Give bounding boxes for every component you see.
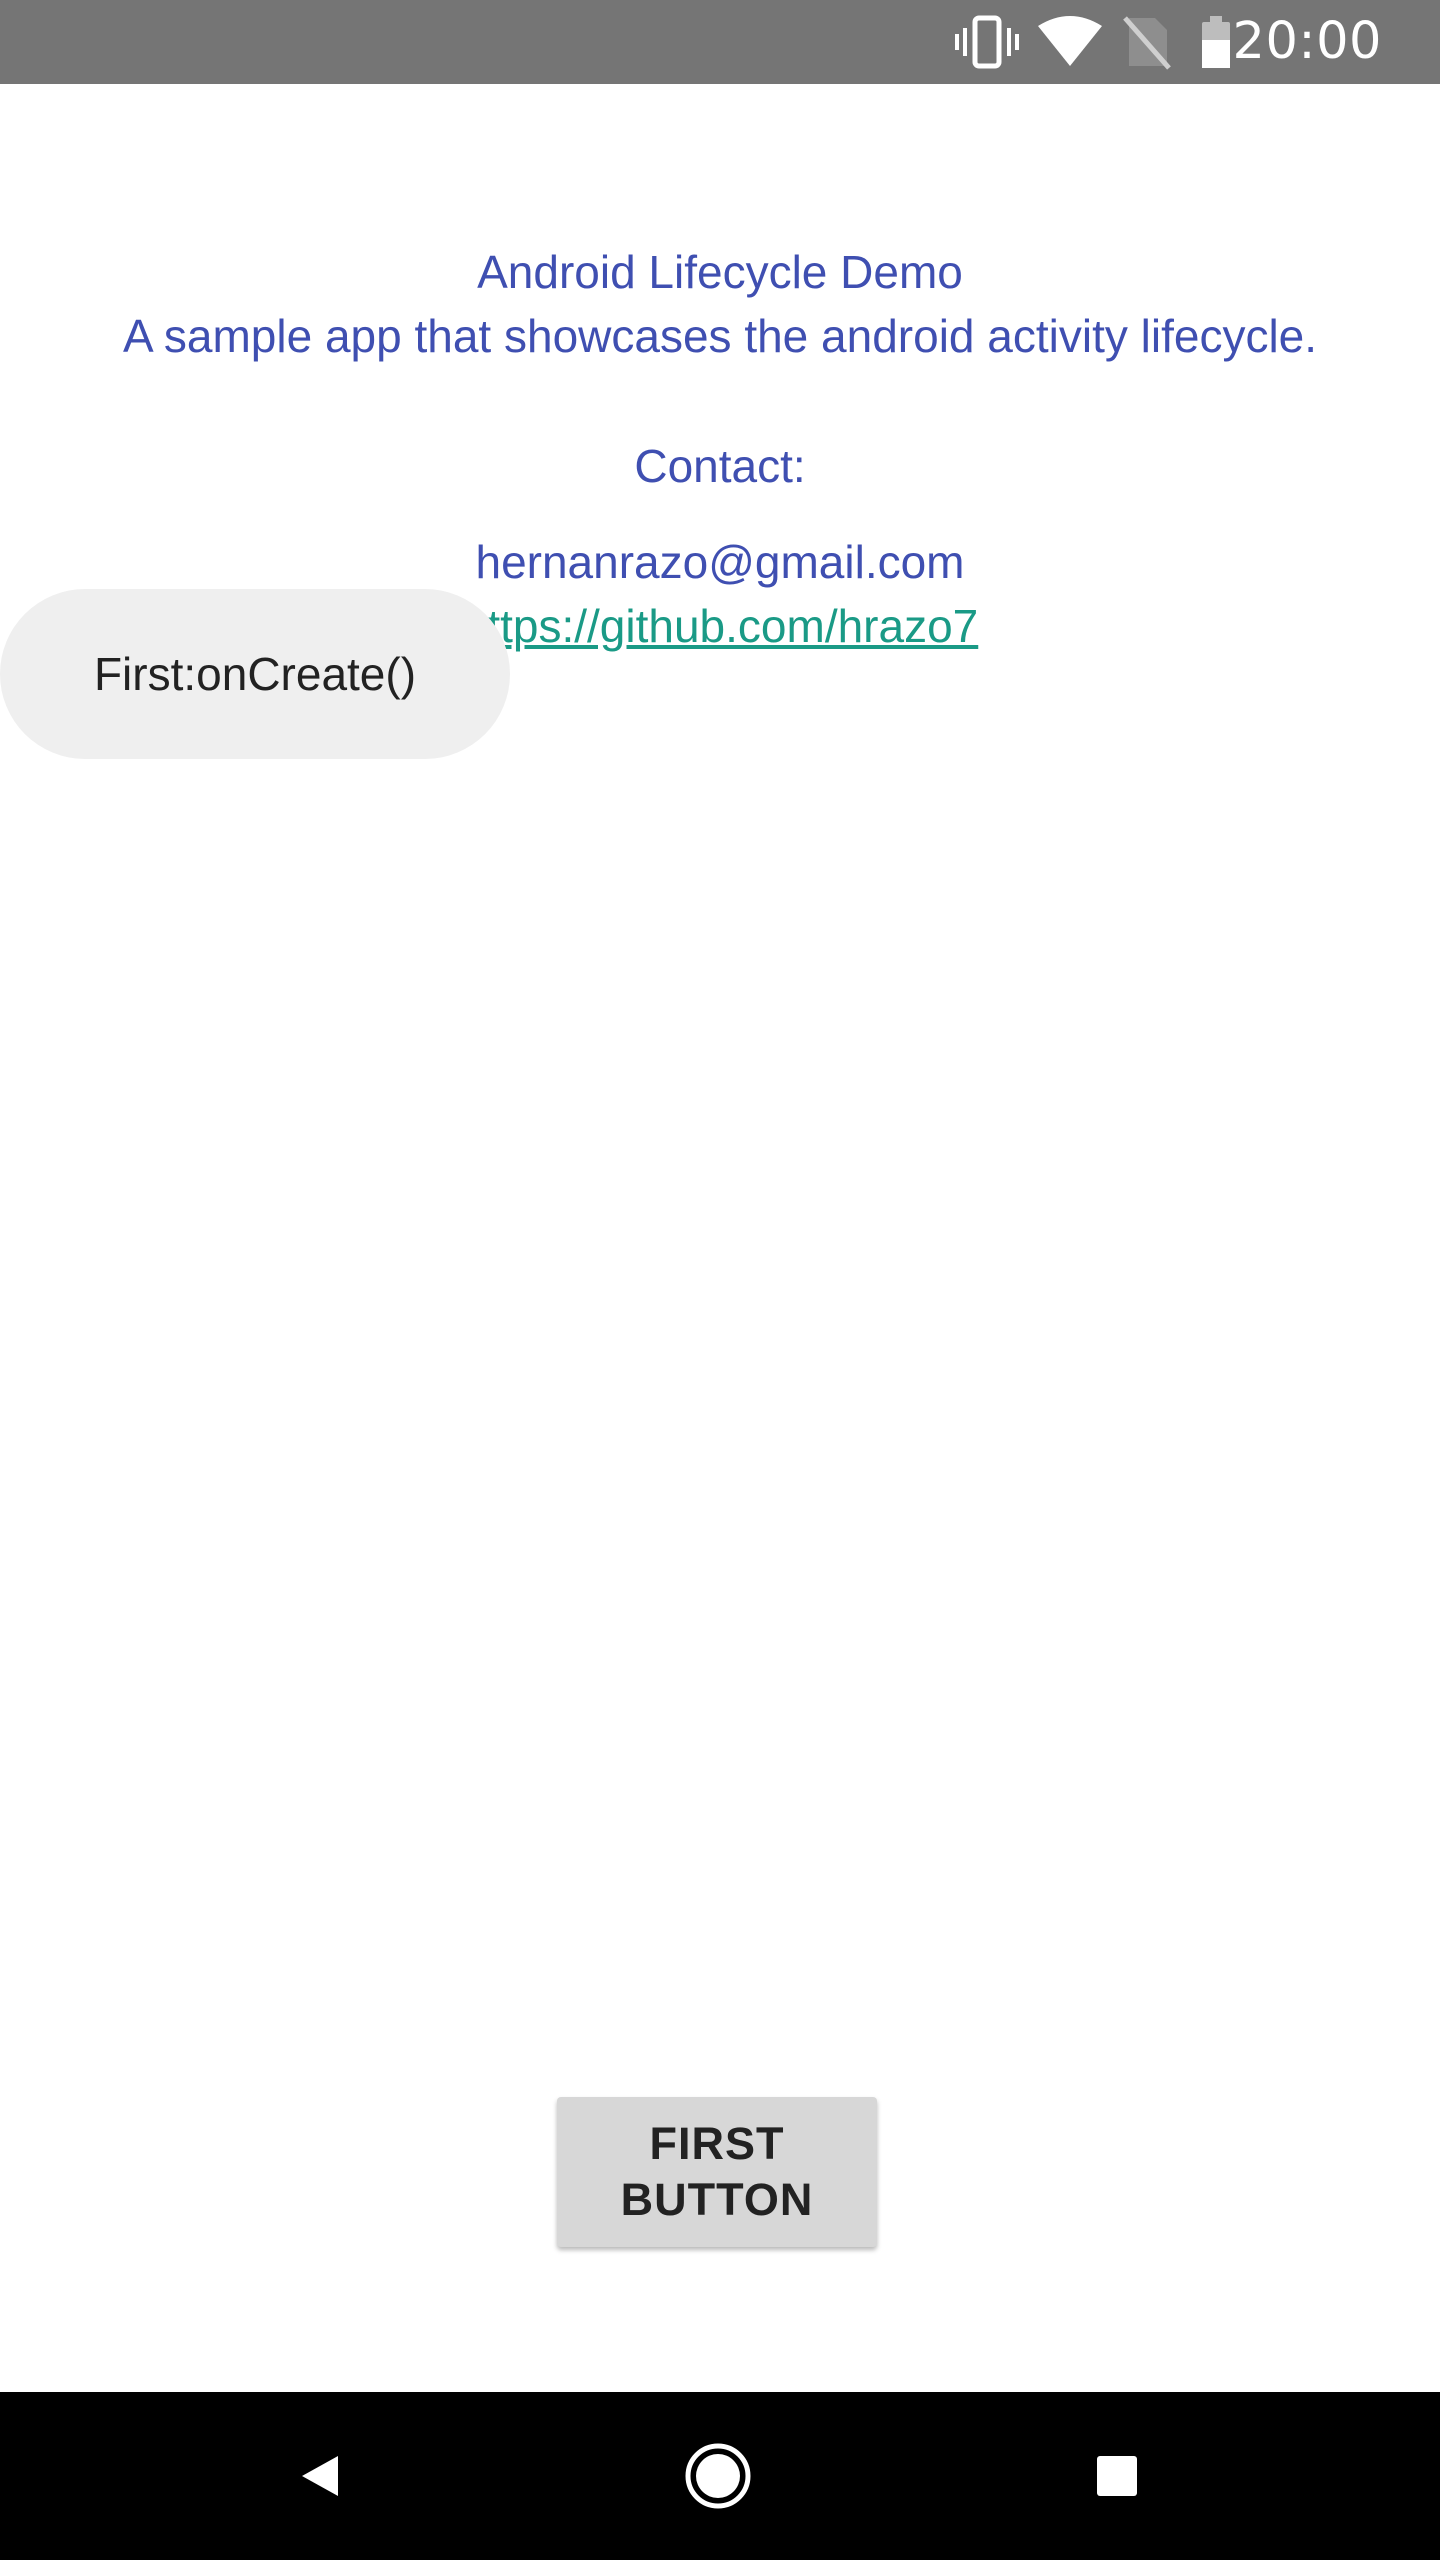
navigation-bar bbox=[0, 2392, 1440, 2560]
app-description: A sample app that showcases the android … bbox=[122, 310, 1318, 362]
contact-label: Contact: bbox=[634, 440, 806, 492]
home-icon bbox=[685, 2443, 751, 2509]
recents-icon bbox=[1097, 2456, 1137, 2496]
first-button-label-line2: BUTTON bbox=[620, 2174, 814, 2225]
home-button[interactable] bbox=[678, 2392, 758, 2560]
first-button-label-line1: FIRST bbox=[649, 2118, 785, 2169]
toast-message: First:onCreate() bbox=[0, 589, 510, 759]
app-title: Android Lifecycle Demo bbox=[477, 246, 963, 298]
battery-icon bbox=[1198, 0, 1234, 84]
no-sim-icon bbox=[1122, 0, 1172, 84]
contact-email[interactable]: hernanrazo@gmail.com bbox=[0, 530, 1440, 594]
wifi-icon bbox=[1038, 0, 1102, 84]
status-time: 20:00 bbox=[1232, 12, 1382, 71]
main-content: Android Lifecycle Demo A sample app that… bbox=[0, 84, 1440, 2392]
recents-button[interactable] bbox=[1077, 2392, 1157, 2560]
back-button[interactable] bbox=[280, 2392, 360, 2560]
back-icon bbox=[302, 2456, 338, 2496]
status-bar: 20:00 bbox=[0, 0, 1440, 84]
vibrate-icon bbox=[955, 0, 1019, 84]
first-button[interactable]: FIRST BUTTON bbox=[557, 2097, 877, 2247]
